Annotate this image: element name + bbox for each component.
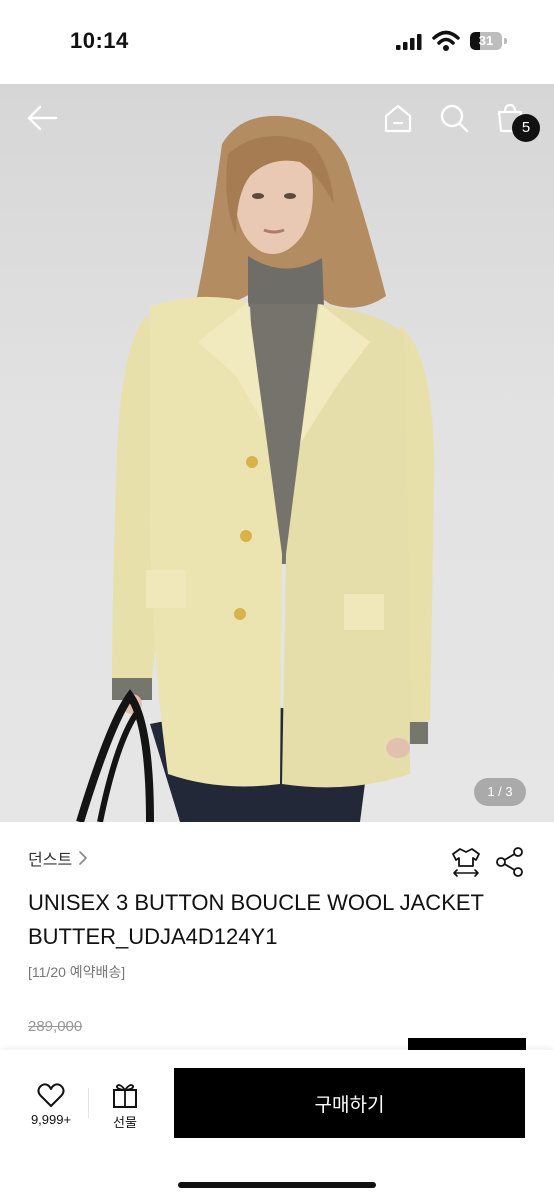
home-icon bbox=[384, 104, 412, 133]
like-count: 9,999+ bbox=[30, 1112, 72, 1127]
gift-button[interactable]: 선물 bbox=[100, 1080, 150, 1132]
gift-label: 선물 bbox=[113, 1115, 137, 1130]
battery-icon: 31 bbox=[470, 32, 508, 50]
size-guide-icon[interactable] bbox=[450, 846, 482, 878]
brand-link[interactable]: 던스트 bbox=[28, 846, 88, 870]
search-button[interactable] bbox=[434, 98, 474, 138]
like-button[interactable]: 9,999+ bbox=[22, 1080, 80, 1132]
cart-count-badge: 5 bbox=[512, 114, 540, 142]
back-button[interactable] bbox=[22, 98, 62, 138]
status-bar: 10:14 31 bbox=[0, 0, 554, 84]
arrow-left-icon bbox=[27, 105, 58, 131]
wifi-icon bbox=[432, 30, 460, 51]
share-icon[interactable] bbox=[494, 846, 526, 878]
cellular-signal-icon bbox=[396, 34, 422, 50]
product-title: UNISEX 3 BUTTON BOUCLE WOOL JACKET BUTTE… bbox=[28, 890, 484, 949]
product-photo bbox=[76, 115, 435, 822]
delivery-note: [11/20 예약배송] bbox=[28, 964, 126, 980]
search-icon bbox=[440, 104, 469, 133]
status-time: 10:14 bbox=[70, 28, 129, 53]
image-counter: 1 / 3 bbox=[474, 778, 526, 806]
brand-name: 던스트 bbox=[28, 852, 73, 869]
buy-button[interactable]: 구매하기 bbox=[174, 1068, 525, 1138]
product-image-gallery[interactable] bbox=[0, 84, 554, 822]
home-indicator bbox=[178, 1182, 376, 1188]
chevron-right-icon bbox=[79, 851, 87, 865]
battery-percent: 31 bbox=[478, 33, 494, 48]
heart-icon bbox=[37, 1083, 65, 1107]
divider bbox=[88, 1088, 89, 1118]
home-button[interactable] bbox=[378, 98, 418, 138]
gift-icon bbox=[113, 1084, 137, 1108]
original-price: 289,000 bbox=[28, 1018, 83, 1035]
